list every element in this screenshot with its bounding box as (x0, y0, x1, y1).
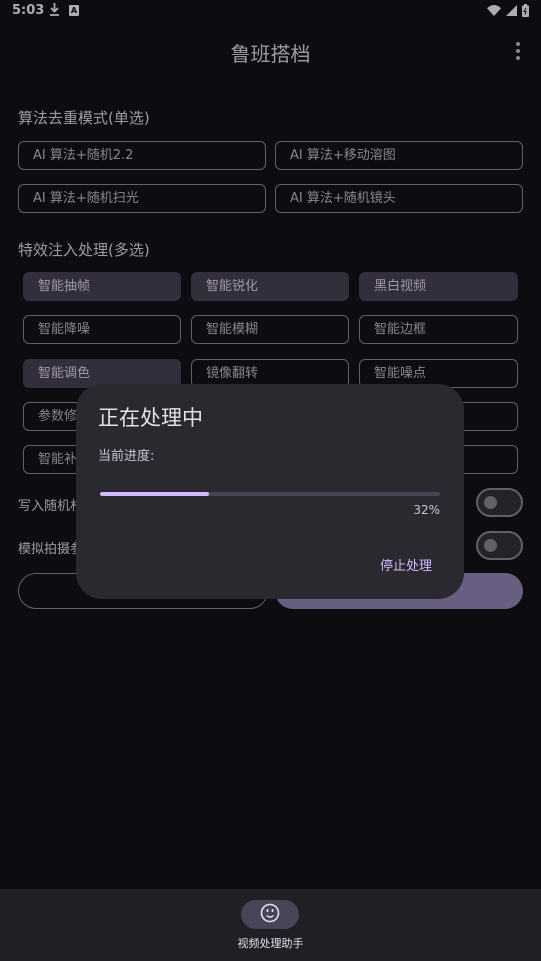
progress-bar-fill (100, 492, 209, 496)
stop-processing-button[interactable]: 停止处理 (380, 555, 432, 574)
progress-label: 当前进度: (98, 449, 155, 464)
bottom-nav: 视频处理助手 (0, 889, 541, 961)
nav-label-video-assistant: 视频处理助手 (237, 937, 304, 950)
progress-percent: 32% (413, 503, 440, 517)
smiley-face-icon (260, 903, 280, 927)
nav-item-video-assistant[interactable] (241, 900, 299, 929)
processing-dialog: 正在处理中 当前进度: 32% 停止处理 (76, 384, 464, 599)
progress-bar (100, 492, 440, 496)
dialog-title: 正在处理中 (98, 406, 203, 430)
